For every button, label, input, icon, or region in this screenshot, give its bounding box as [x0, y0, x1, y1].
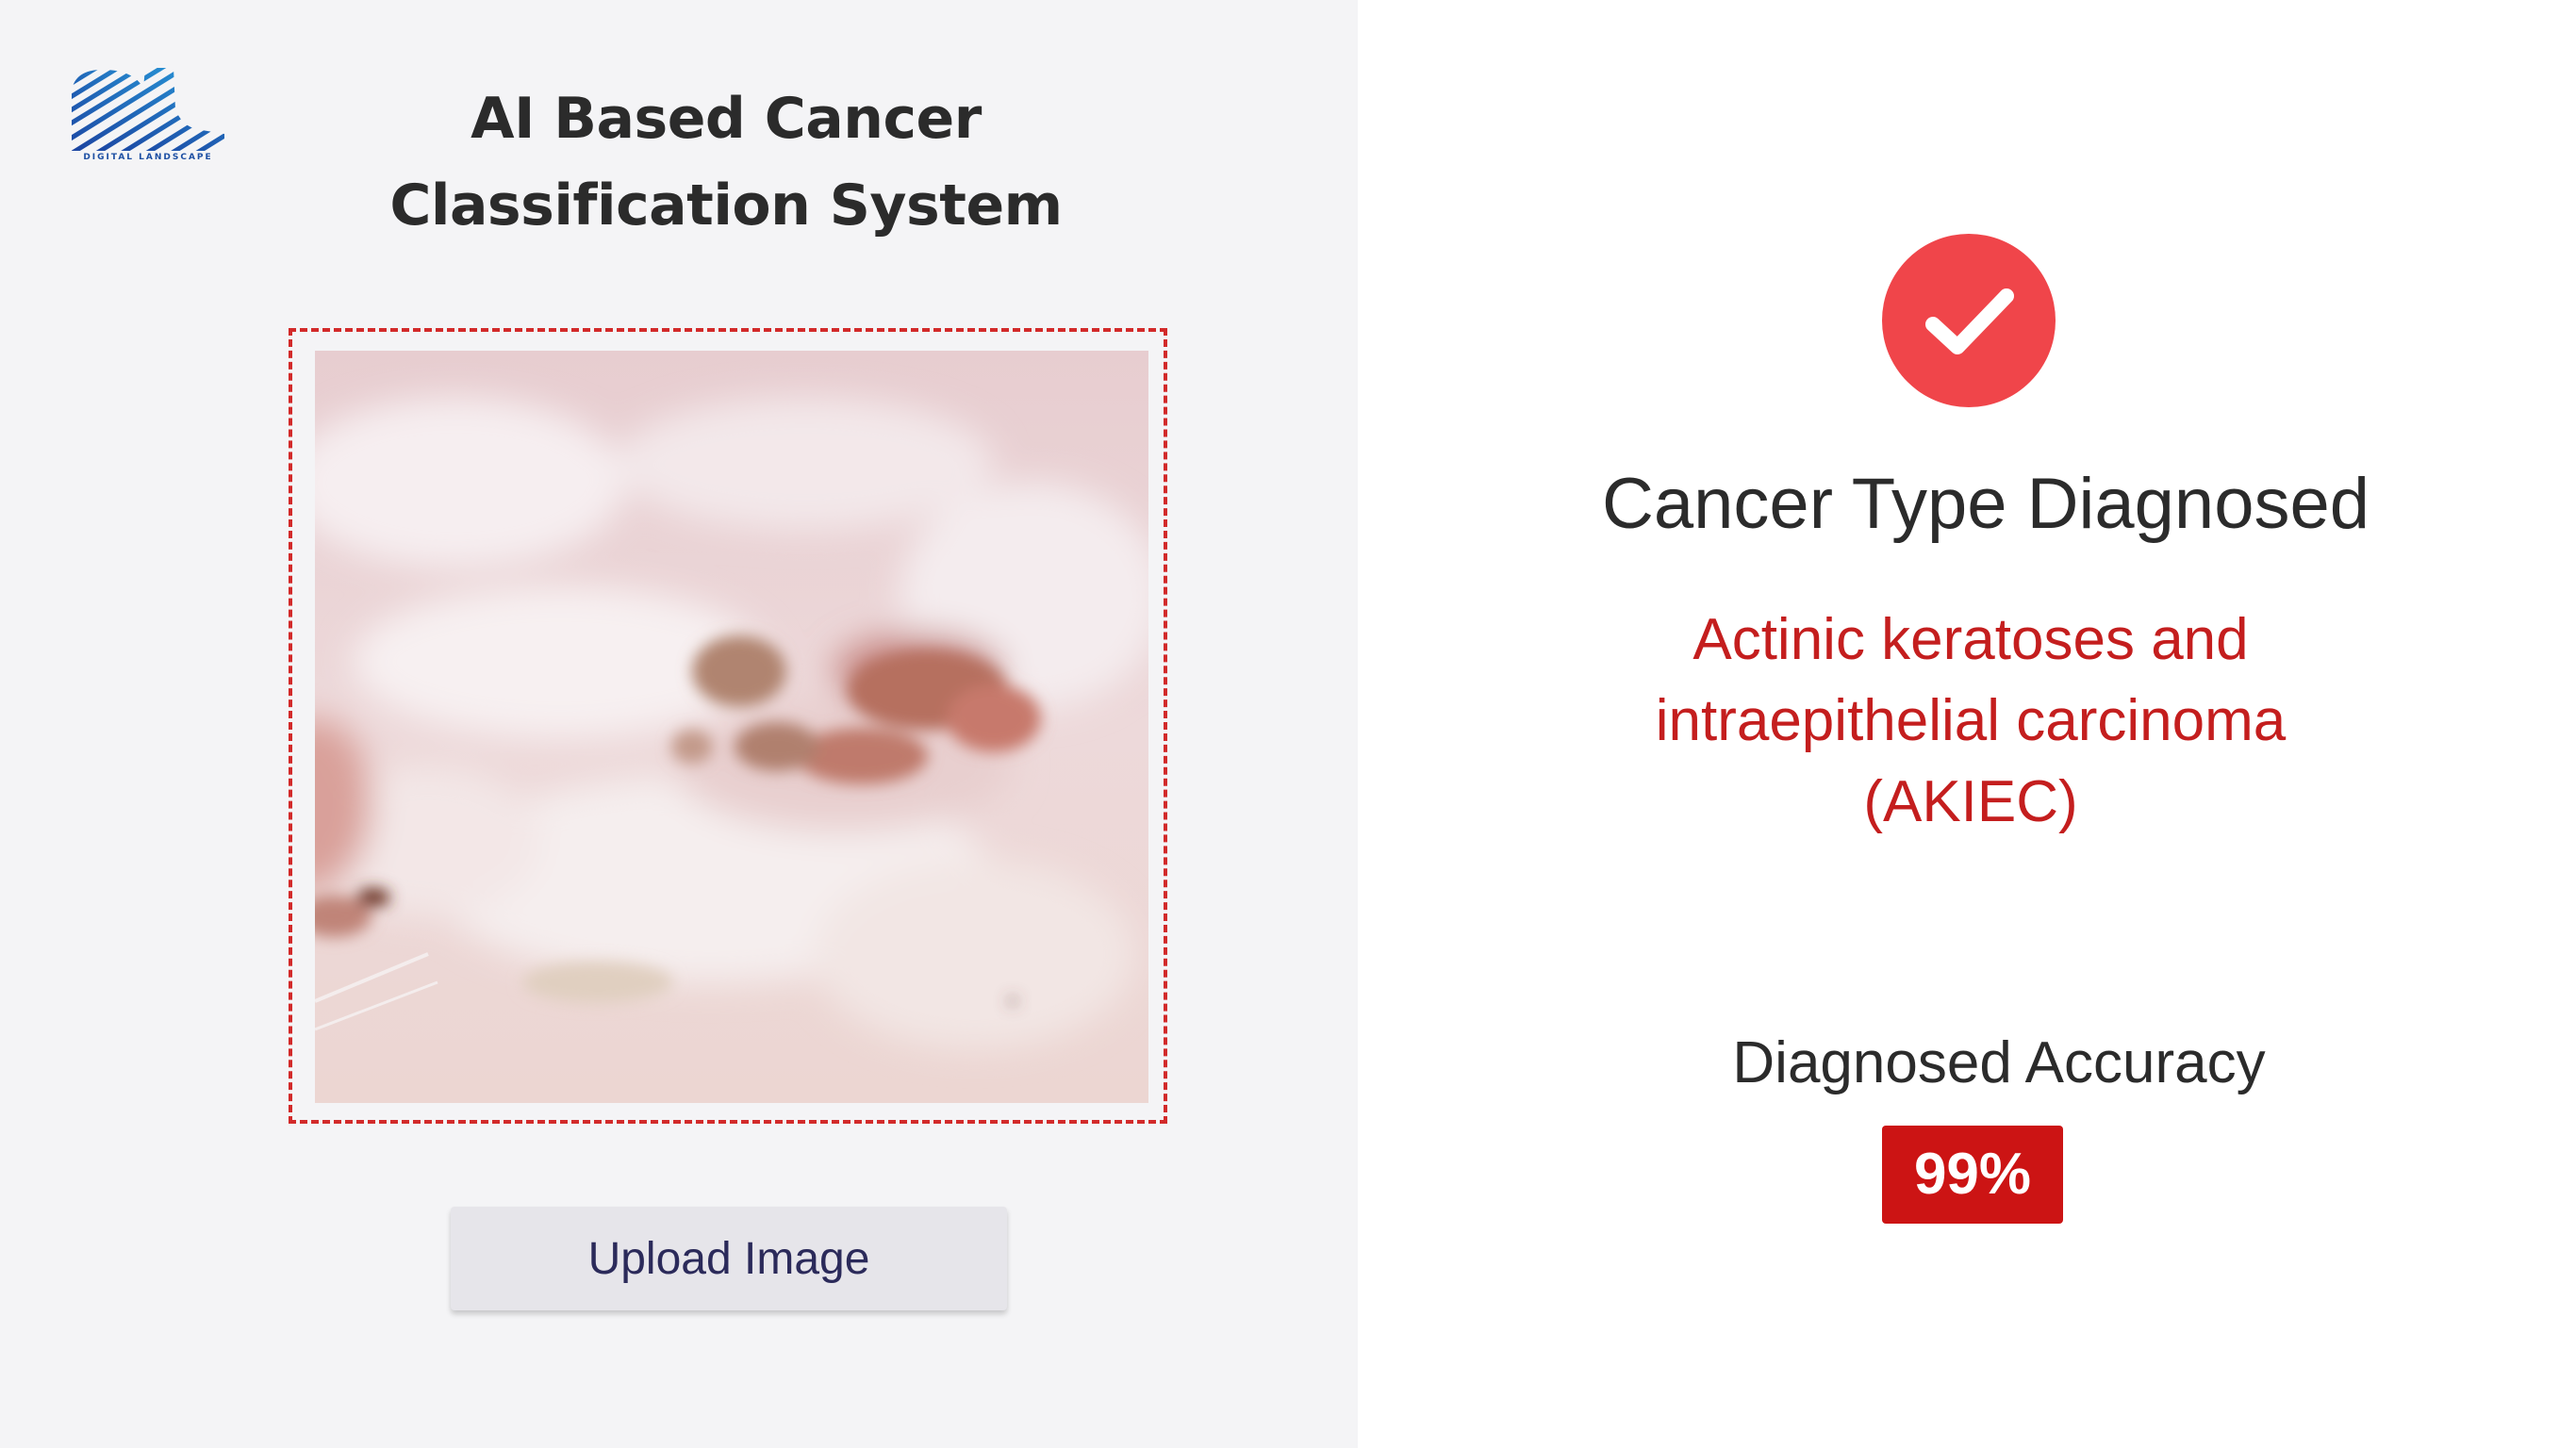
uploaded-skin-image [315, 351, 1148, 1103]
result-title: Cancer Type Diagnosed [1602, 464, 2370, 544]
skin-lesion-image [315, 351, 1148, 1103]
logo-text: DIGITAL LANDSCAPE [83, 153, 213, 162]
diagnosis-line-1: Actinic keratoses and [1693, 607, 2249, 672]
logo-mark-icon [72, 68, 224, 151]
app-title-line-1: AI Based Cancer [471, 86, 982, 152]
app-title: AI Based Cancer Classification System [339, 75, 1113, 249]
check-icon [1882, 234, 2056, 407]
diagnosis-type: Actinic keratoses and intraepithelial ca… [1546, 600, 2395, 843]
upload-panel: DIGITAL LANDSCAPE AI Based Cancer Classi… [0, 0, 1358, 1448]
app-title-line-2: Classification System [389, 173, 1063, 239]
diagnosis-line-3: (AKIEC) [1863, 769, 2078, 834]
upload-image-button[interactable]: Upload Image [451, 1207, 1007, 1310]
accuracy-badge: 99% [1882, 1126, 2063, 1224]
company-logo: DIGITAL LANDSCAPE [70, 62, 226, 166]
diagnosis-line-2: intraepithelial carcinoma [1655, 688, 2287, 753]
image-dropzone[interactable] [289, 328, 1167, 1124]
accuracy-label: Diagnosed Accuracy [1732, 1030, 2266, 1095]
